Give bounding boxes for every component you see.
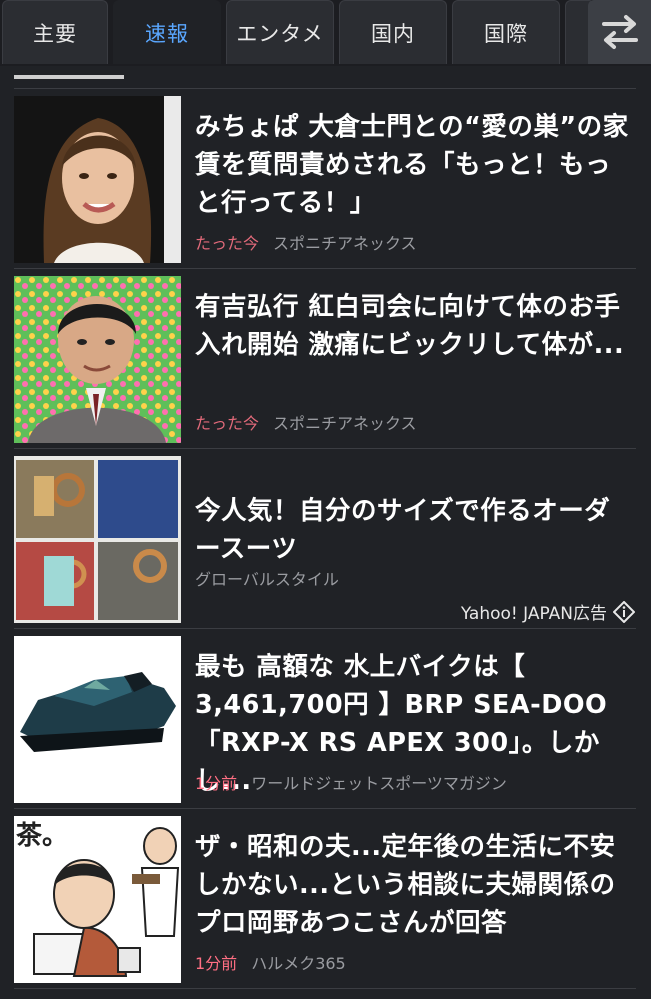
article-thumbnail [14, 96, 181, 263]
article-thumbnail [14, 276, 181, 443]
tab-international[interactable]: 国際 [452, 0, 560, 64]
category-tab-bar: 主要 速報 エンタメ 国内 国際 [0, 0, 651, 66]
ad-label[interactable]: Yahoo! JAPAN広告 [461, 599, 635, 624]
article-title[interactable]: ザ・昭和の夫...定年後の生活に不安しかない...という相談に夫婦関係のプロ岡野… [195, 828, 635, 942]
article-meta: たった今 スポニチアネックス [195, 410, 417, 434]
article-source: スポニチアネックス [273, 234, 417, 253]
ad-thumbnail [14, 456, 181, 623]
article-source: スポニチアネックス [273, 414, 417, 433]
tab-entertainment[interactable]: エンタメ [226, 0, 334, 64]
svg-text:茶。: 茶。 [16, 821, 68, 851]
article-title[interactable]: みちょぱ 大倉士門との“愛の巣”の家賃を質問責めされる「もっと！もっと行ってる！… [195, 108, 635, 222]
article-thumbnail: 茶。 [14, 816, 181, 983]
news-item[interactable]: 最も 高額な 水上バイクは【 3,461,700円 】BRP SEA-DOO「R… [0, 636, 651, 808]
article-source: ハルメク365 [251, 954, 346, 973]
article-time: 1分前 [195, 954, 238, 973]
previous-item-edge [14, 72, 124, 82]
article-title[interactable]: 有吉弘行 紅白司会に向けて体のお手入れ開始 激痛にビックリして体が... [195, 288, 635, 364]
article-source: ワールドジェットスポーツマガジン [251, 774, 507, 793]
ad-info-icon[interactable] [613, 600, 635, 623]
divider [14, 268, 636, 269]
article-time: たった今 [195, 234, 260, 253]
ad-title[interactable]: 今人気！自分のサイズで作るオーダースーツ [195, 492, 635, 568]
news-item[interactable]: 有吉弘行 紅白司会に向けて体のお手入れ開始 激痛にビックリして体が... たった… [0, 276, 651, 448]
news-item[interactable]: 茶。 ザ・昭和の夫...定年後の生活に不安しかない...という相談に夫婦関係のプ… [0, 816, 651, 988]
tab-breaking[interactable]: 速報 [113, 0, 221, 64]
ad-source: グローバルスタイル [195, 570, 339, 589]
divider [14, 448, 636, 449]
swap-arrows-icon [601, 15, 638, 49]
divider [14, 808, 636, 809]
tab-domestic[interactable]: 国内 [339, 0, 447, 64]
ad-label-text: Yahoo! JAPAN広告 [460, 604, 607, 624]
article-time: 1分前 [195, 774, 238, 793]
tab-switch-button[interactable] [588, 0, 651, 64]
article-meta: たった今 スポニチアネックス [195, 230, 417, 254]
divider [14, 88, 636, 89]
news-item[interactable]: みちょぱ 大倉士門との“愛の巣”の家賃を質問責めされる「もっと！もっと行ってる！… [0, 96, 651, 268]
article-meta: 1分前 ハルメク365 [195, 950, 346, 974]
divider [14, 988, 636, 989]
ad-item[interactable]: 今人気！自分のサイズで作るオーダースーツ グローバルスタイル Yahoo! JA… [0, 456, 651, 628]
article-thumbnail [14, 636, 181, 803]
divider [14, 628, 636, 629]
tab-main[interactable]: 主要 [2, 0, 108, 64]
article-time: たった今 [195, 414, 260, 433]
article-meta: 1分前 ワールドジェットスポーツマガジン [195, 770, 507, 794]
